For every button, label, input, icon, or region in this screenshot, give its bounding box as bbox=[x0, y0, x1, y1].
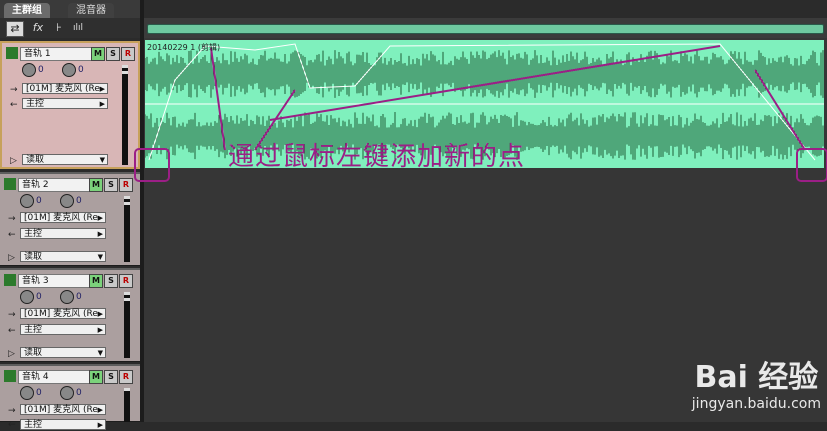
input-arrow-icon: → bbox=[8, 310, 16, 320]
expand-icon[interactable]: ▷ bbox=[10, 156, 17, 166]
watermark-brand: Bai 经验 bbox=[694, 360, 819, 395]
track-name[interactable]: 音轨 4 bbox=[18, 370, 91, 384]
eq-icon[interactable]: ılıl bbox=[70, 21, 86, 35]
automation-mode-dropdown[interactable]: 读取 ▼ bbox=[20, 251, 106, 262]
output-dropdown[interactable]: 主控 ▶ bbox=[20, 324, 106, 335]
track-name[interactable]: 音轨 1 bbox=[20, 47, 93, 61]
track-header-1[interactable]: 音轨 1 M S R 0 0 → [01M] 麦克风 (Re ▶ ← 主控 ▶ ▷ … bbox=[0, 41, 140, 169]
track-name[interactable]: 音轨 2 bbox=[18, 178, 91, 192]
output-dropdown[interactable]: 主控 ▶ bbox=[20, 228, 106, 239]
record-button[interactable]: R bbox=[119, 274, 133, 288]
pan-knob[interactable] bbox=[60, 386, 74, 400]
pan-knob[interactable] bbox=[62, 63, 76, 77]
pan-knob[interactable] bbox=[60, 290, 74, 304]
swap-icon[interactable]: ⇄ bbox=[6, 21, 24, 37]
waveform-icon bbox=[4, 274, 16, 286]
volume-value: 0 bbox=[36, 388, 42, 398]
tab-main-group[interactable]: 主群组 bbox=[4, 3, 50, 18]
highlight-box-left bbox=[134, 148, 170, 182]
input-dropdown[interactable]: [01M] 麦克风 (Re ▶ bbox=[20, 212, 106, 223]
input-dropdown[interactable]: [01M] 麦克风 (Re ▶ bbox=[20, 404, 106, 415]
volume-value: 0 bbox=[36, 196, 42, 206]
output-arrow-icon: ← bbox=[10, 100, 18, 110]
solo-button[interactable]: S bbox=[104, 178, 118, 192]
volume-knob[interactable] bbox=[20, 194, 34, 208]
solo-button[interactable]: S bbox=[104, 274, 118, 288]
output-dropdown[interactable]: 主控 ▶ bbox=[22, 98, 108, 109]
highlight-box-right bbox=[796, 148, 827, 182]
record-button[interactable]: R bbox=[121, 47, 135, 61]
input-arrow-icon: → bbox=[8, 406, 16, 416]
automation-mode-dropdown[interactable]: 读取 ▼ bbox=[22, 154, 108, 165]
annotation-text: 通过鼠标左键添加新的点 bbox=[228, 142, 526, 172]
pan-value: 0 bbox=[76, 196, 82, 206]
send-icon[interactable]: ⊦ bbox=[52, 21, 66, 35]
tab-mixer[interactable]: 混音器 bbox=[68, 3, 114, 18]
output-arrow-icon: ← bbox=[8, 230, 16, 240]
automation-mode-dropdown[interactable]: 读取 ▼ bbox=[20, 347, 106, 358]
pan-knob[interactable] bbox=[60, 194, 74, 208]
record-button[interactable]: R bbox=[119, 178, 133, 192]
mute-button[interactable]: M bbox=[89, 274, 103, 288]
expand-icon[interactable]: ▷ bbox=[8, 253, 15, 263]
track-header-2[interactable]: 音轨 2 M S R 0 0 → [01M] 麦克风 (Re ▶ ← 主控 ▶ ▷ … bbox=[0, 172, 140, 266]
timeline-ruler bbox=[144, 18, 827, 38]
waveform-icon bbox=[4, 178, 16, 190]
mute-button[interactable]: M bbox=[89, 178, 103, 192]
track-name[interactable]: 音轨 3 bbox=[18, 274, 91, 288]
waveform-icon bbox=[6, 47, 18, 59]
level-meter bbox=[124, 292, 130, 358]
track-toolbar: ⇄ fx ⊦ ılıl bbox=[0, 18, 140, 38]
track-lane-2[interactable] bbox=[144, 172, 827, 267]
track-lane-3[interactable] bbox=[144, 266, 827, 363]
fx-icon[interactable]: fx bbox=[30, 21, 46, 35]
input-dropdown[interactable]: [01M] 麦克风 (Re ▶ bbox=[22, 83, 108, 94]
pan-value: 0 bbox=[76, 292, 82, 302]
track-header-4[interactable]: 音轨 4 M S R 0 0 → [01M] 麦克风 (Re ▶ ← 主控 ▶ bbox=[0, 364, 140, 430]
volume-knob[interactable] bbox=[22, 63, 36, 77]
output-dropdown[interactable]: 主控 ▶ bbox=[20, 419, 106, 430]
watermark: Bai 经验 jingyan.baidu.com bbox=[692, 352, 821, 412]
output-arrow-icon: ← bbox=[8, 326, 16, 336]
volume-knob[interactable] bbox=[20, 386, 34, 400]
level-meter bbox=[124, 388, 130, 422]
panel-tabs: 主群组 混音器 bbox=[0, 0, 140, 18]
waveform-icon bbox=[4, 370, 16, 382]
waveform-channel bbox=[145, 50, 824, 98]
zoom-navigator-bar[interactable] bbox=[147, 24, 824, 34]
track-headers: 音轨 1 M S R 0 0 → [01M] 麦克风 (Re ▶ ← 主控 ▶ ▷ … bbox=[0, 38, 140, 430]
volume-value: 0 bbox=[38, 65, 44, 75]
solo-button[interactable]: S bbox=[104, 370, 118, 384]
volume-value: 0 bbox=[36, 292, 42, 302]
mute-button[interactable]: M bbox=[91, 47, 105, 61]
pan-value: 0 bbox=[78, 65, 84, 75]
input-arrow-icon: → bbox=[10, 85, 18, 95]
record-button[interactable]: R bbox=[119, 370, 133, 384]
pan-value: 0 bbox=[76, 388, 82, 398]
volume-knob[interactable] bbox=[20, 290, 34, 304]
mute-button[interactable]: M bbox=[89, 370, 103, 384]
input-arrow-icon: → bbox=[8, 214, 16, 224]
input-dropdown[interactable]: [01M] 麦克风 (Re ▶ bbox=[20, 308, 106, 319]
annotation-arrows bbox=[210, 45, 806, 151]
solo-button[interactable]: S bbox=[106, 47, 120, 61]
level-meter bbox=[124, 196, 130, 262]
clip-title: 20140229 1 (剪辑) bbox=[147, 43, 221, 52]
watermark-url: jingyan.baidu.com bbox=[691, 396, 821, 412]
expand-icon[interactable]: ▷ bbox=[8, 349, 15, 359]
level-meter bbox=[122, 65, 128, 165]
track-header-3[interactable]: 音轨 3 M S R 0 0 → [01M] 麦克风 (Re ▶ ← 主控 ▶ ▷ … bbox=[0, 268, 140, 362]
